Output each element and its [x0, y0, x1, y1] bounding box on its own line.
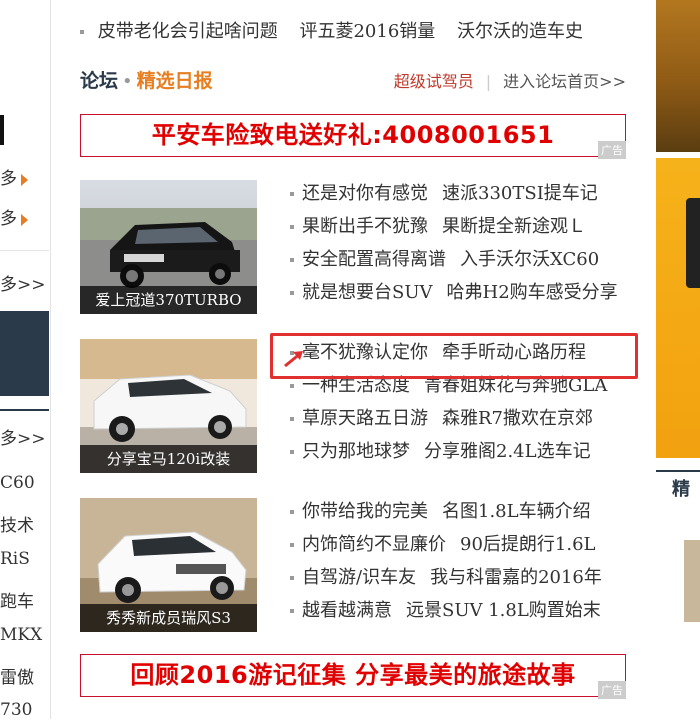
feature-thumbnail[interactable]: 分享宝马120i改装 — [80, 339, 257, 473]
left-list-item[interactable]: 技术 — [0, 511, 34, 536]
left-list-item[interactable]: 雷傲 — [0, 663, 34, 688]
forum-feature-block: 爱上冠道370TURBO 还是对你有感觉 速派330TSI提车记 果断出手不犹豫果… — [80, 180, 626, 314]
left-list-item[interactable]: 730 — [0, 700, 32, 720]
news-link[interactable]: 皮带老化会引起啥问题 — [98, 21, 278, 42]
bullet-icon — [290, 258, 294, 262]
list-item[interactable]: 果断出手不犹豫 果断提全新途观Ｌ — [290, 213, 618, 246]
list-item[interactable]: 还是对你有感觉 速派330TSI提车记 — [290, 180, 618, 213]
super-test-driver-link[interactable]: 超级试驾员 — [394, 72, 474, 91]
thumbnail-caption: 爱上冠道370TURBO — [80, 286, 257, 314]
annotation-arrow-icon — [284, 351, 303, 368]
bullet-icon — [290, 450, 294, 454]
list-item[interactable]: 只为那地球梦 分享雅阁2.4L选车记 — [290, 438, 607, 471]
banner-text: 回顾2016游记征集 分享最美的旅途故事 — [130, 661, 576, 689]
right-column: 精 — [656, 0, 700, 719]
bullet-icon — [290, 417, 294, 421]
left-list-item[interactable]: 跑车 — [0, 587, 34, 612]
feature-thumbnail[interactable]: 秀秀新成员瑞风S3 — [80, 498, 257, 632]
thumbnail-caption: 秀秀新成员瑞风S3 — [80, 604, 257, 632]
right-ad-image[interactable] — [656, 158, 700, 458]
right-divider — [656, 470, 700, 472]
list-item[interactable]: 就是想要台SUV 哈弗H2购车感受分享 — [290, 279, 618, 312]
bullet-icon — [290, 291, 294, 295]
bullet-icon — [290, 225, 294, 229]
forum-feature-block: 秀秀新成员瑞风S3 你带给我的完美 名图1.8L车辆介绍 内饰简约不显廉价 90后提… — [80, 498, 626, 632]
list-item[interactable]: 草原天路五日游 森雅R7撒欢在京郊 — [290, 405, 607, 438]
bullet-icon — [290, 192, 294, 196]
forum-title[interactable]: 论坛 — [80, 70, 118, 92]
left-column: 多 多 多>> 多>> C60 技术 RiS 跑车 MKX 雷傲 730 — [0, 0, 51, 720]
forum-header-links: 超级试驾员 | 进入论坛首页>> — [394, 68, 626, 92]
left-list-item[interactable]: C60 — [0, 473, 35, 493]
left-more-link-2[interactable]: 多 — [0, 204, 28, 229]
enter-forum-link[interactable]: 进入论坛首页>> — [503, 72, 626, 91]
ad-label: 广告 — [598, 681, 626, 699]
top-news-links: 皮带老化会引起啥问题 评五菱2016销量 沃尔沃的造车史 — [80, 17, 599, 43]
thread-list: 你带给我的完美 名图1.8L车辆介绍 内饰简约不显廉价 90后提朗行1.6L 自驾游… — [290, 498, 602, 630]
feature-thumbnail[interactable]: 爱上冠道370TURBO — [80, 180, 257, 314]
bullet-icon — [80, 30, 84, 34]
list-item[interactable]: 安全配置高得离谱 入手沃尔沃XC60 — [290, 246, 618, 279]
bullet-icon — [290, 543, 294, 547]
bullet-icon — [290, 384, 294, 388]
right-section-title: 精 — [672, 479, 690, 500]
left-more-link-4[interactable]: 多>> — [0, 424, 46, 449]
news-link[interactable]: 评五菱2016销量 — [299, 21, 435, 42]
bullet-icon — [290, 510, 294, 514]
banner-text: 平安车险致电送好礼:4008001651 — [151, 121, 555, 149]
news-link[interactable]: 沃尔沃的造车史 — [457, 21, 583, 42]
thread-list: 还是对你有感觉 速派330TSI提车记 果断出手不犹豫 果断提全新途观Ｌ 安全配置高… — [290, 180, 618, 312]
separator-dot: • — [122, 71, 133, 92]
triangle-right-icon — [21, 173, 28, 186]
left-marker — [0, 115, 4, 145]
left-more-link-1[interactable]: 多 — [0, 164, 28, 189]
triangle-right-icon — [21, 213, 28, 226]
divider: | — [485, 72, 492, 91]
left-divider — [0, 409, 49, 411]
left-list-item[interactable]: MKX — [0, 625, 42, 645]
forum-subtitle[interactable]: 精选日报 — [137, 70, 213, 92]
forum-section-header: 论坛 • 精选日报 超级试驾员 | 进入论坛首页>> — [80, 66, 626, 96]
list-item[interactable]: 自驾游/识车友 我与科雷嘉的2016年 — [290, 564, 602, 597]
annotation-highlight-box — [270, 333, 638, 379]
bullet-icon — [290, 609, 294, 613]
ad-label: 广告 — [598, 141, 626, 159]
left-divider — [0, 250, 49, 251]
bullet-icon — [290, 576, 294, 580]
list-item[interactable]: 越看越满意 远景SUV 1.8L购置始末 — [290, 597, 602, 630]
ad-banner-travelogue[interactable]: 回顾2016游记征集 分享最美的旅途故事 广告 — [80, 654, 626, 699]
thumbnail-caption: 分享宝马120i改装 — [80, 445, 257, 473]
right-thumbnail[interactable] — [684, 540, 700, 622]
ad-banner-insurance[interactable]: 平安车险致电送好礼:4008001651 广告 — [80, 114, 626, 159]
list-item[interactable]: 内饰简约不显廉价 90后提朗行1.6L — [290, 531, 602, 564]
list-item[interactable]: 你带给我的完美 名图1.8L车辆介绍 — [290, 498, 602, 531]
left-more-link-3[interactable]: 多>> — [0, 270, 46, 295]
left-dark-panel — [0, 311, 49, 396]
right-ad-image[interactable] — [656, 0, 700, 152]
left-list-item[interactable]: RiS — [0, 549, 30, 569]
